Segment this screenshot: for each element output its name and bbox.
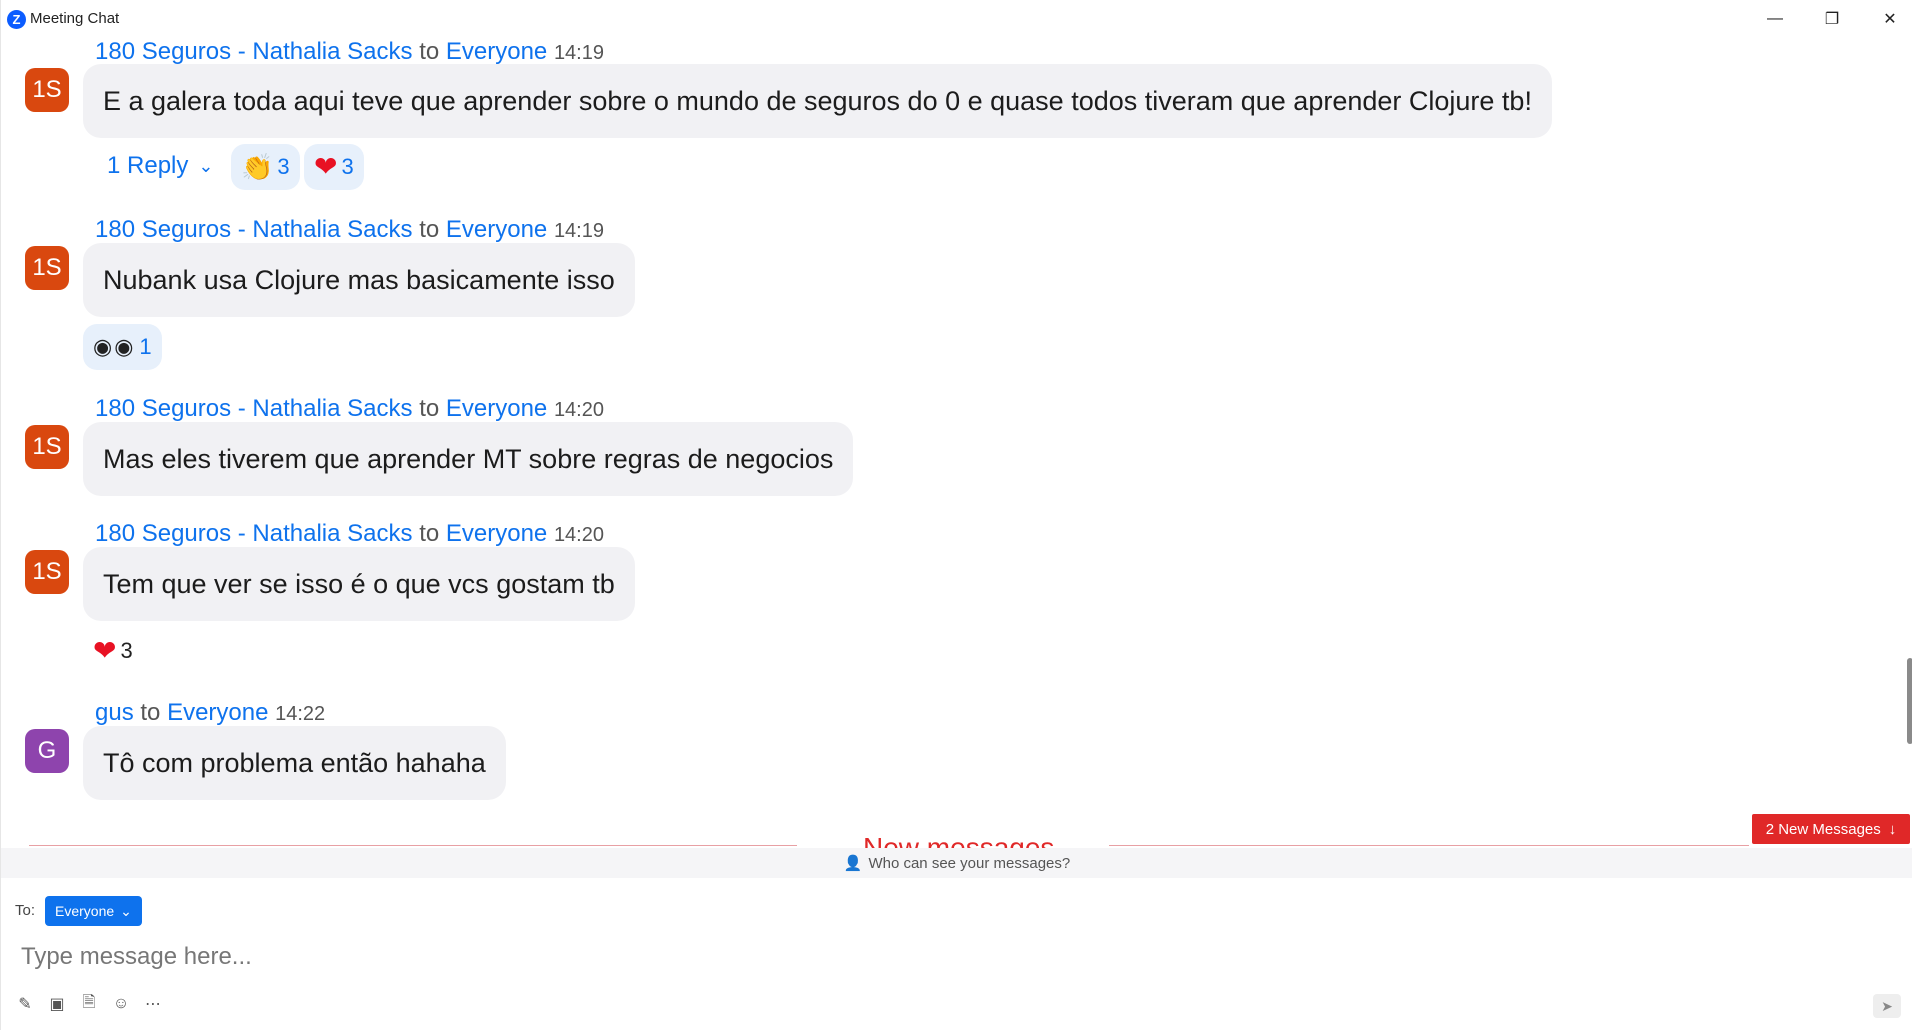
file-button[interactable]: 🗎: [79, 994, 99, 1014]
reaction-count: 3: [120, 638, 133, 663]
message-bubble[interactable]: Nubank usa Clojure mas basicamente isso: [83, 243, 635, 317]
new-messages-button[interactable]: 2 New Messages ↓: [1752, 814, 1910, 844]
message-time: 14:20: [553, 524, 604, 546]
sender-name[interactable]: 180 Seguros - Nathalia Sacks: [95, 38, 413, 65]
message-header: 180 Seguros - Nathalia Sacks to Everyone…: [95, 520, 604, 548]
recipient-name[interactable]: Everyone: [167, 699, 268, 726]
screenshot-button[interactable]: ▣: [47, 994, 67, 1014]
minimize-button[interactable]: —: [1746, 0, 1804, 38]
recipient-name[interactable]: Everyone: [446, 216, 547, 243]
recipient-selected: Everyone: [55, 903, 115, 919]
recipient-name[interactable]: Everyone: [446, 520, 547, 547]
message-bubble[interactable]: E a galera toda aqui teve que aprender s…: [83, 64, 1552, 138]
format-text-icon: ✎: [18, 996, 32, 1013]
eyes-icon: ◉◉: [93, 334, 136, 359]
recipient-name[interactable]: Everyone: [446, 38, 547, 65]
message-bubble[interactable]: Tem que ver se isso é o que vcs gostam t…: [83, 547, 635, 621]
sender-name[interactable]: 180 Seguros - Nathalia Sacks: [95, 395, 413, 422]
message-input[interactable]: [21, 934, 1881, 980]
avatar[interactable]: 1S: [25, 425, 69, 469]
message-bubble[interactable]: Tô com problema então hahaha: [83, 726, 506, 800]
visibility-text: Who can see your messages?: [868, 854, 1071, 872]
message-time: 14:22: [275, 703, 326, 725]
close-button[interactable]: ✕: [1861, 0, 1912, 38]
avatar[interactable]: G: [25, 729, 69, 773]
message-header: 180 Seguros - Nathalia Sacks to Everyone…: [95, 395, 604, 423]
reaction-count: 3: [277, 154, 290, 179]
restore-button[interactable]: ❐: [1803, 0, 1861, 38]
message-header: 180 Seguros - Nathalia Sacks to Everyone…: [95, 216, 604, 244]
close-icon: ✕: [1883, 11, 1897, 28]
sender-name[interactable]: 180 Seguros - Nathalia Sacks: [95, 520, 413, 547]
to-word: to: [140, 699, 161, 726]
chevron-down-icon: ⌄: [120, 902, 132, 919]
message-time: 14:20: [553, 399, 604, 421]
screenshot-icon: ▣: [49, 996, 65, 1013]
message-header: 180 Seguros - Nathalia Sacks to Everyone…: [95, 38, 604, 66]
minimize-icon: —: [1767, 10, 1783, 27]
arrow-down-icon: ↓: [1888, 820, 1897, 838]
chat-scrollbar[interactable]: [1907, 658, 1912, 744]
avatar[interactable]: 1S: [25, 550, 69, 594]
message-bubble[interactable]: Mas eles tiverem que aprender MT sobre r…: [83, 422, 854, 496]
meeting-chat-window: Z Meeting Chat — ❐ ✕ 180 Seguros - Natha…: [0, 0, 1912, 1030]
message-time: 14:19: [553, 42, 604, 64]
more-icon: ⋯: [145, 996, 161, 1013]
new-messages-divider-clip: New messages: [1, 820, 1912, 848]
emoji-button[interactable]: ☺: [111, 994, 131, 1014]
reaction-heart[interactable]: ❤ 3: [83, 628, 143, 674]
heart-icon: ❤: [93, 635, 117, 666]
reaction-count: 1: [139, 334, 152, 359]
to-word: to: [419, 395, 440, 422]
to-word: to: [419, 38, 440, 65]
reply-count: 1 Reply: [107, 152, 189, 179]
reaction-eyes[interactable]: ◉◉ 1: [83, 324, 162, 370]
reply-thread-link[interactable]: 1 Reply ⌄: [107, 152, 213, 180]
to-word: to: [419, 520, 440, 547]
chat-message-list[interactable]: 180 Seguros - Nathalia Sacks to Everyone…: [1, 38, 1912, 848]
sender-name[interactable]: gus: [95, 699, 134, 726]
send-button[interactable]: ➤: [1873, 994, 1901, 1018]
recipient-dropdown[interactable]: Everyone ⌄: [45, 896, 142, 926]
chevron-down-icon: ⌄: [198, 155, 214, 176]
clapping-hands-icon: 👏: [241, 152, 274, 182]
reaction-clapping-hands[interactable]: 👏 3: [231, 144, 300, 190]
send-icon: ➤: [1881, 997, 1893, 1014]
new-messages-button-label: 2 New Messages: [1765, 820, 1881, 838]
format-text-button[interactable]: ✎: [15, 994, 35, 1014]
message-composer: 👤 Who can see your messages? To: Everyon…: [1, 848, 1912, 1030]
person-icon: 👤: [843, 855, 863, 872]
reaction-heart[interactable]: ❤ 3: [304, 144, 364, 190]
visibility-info[interactable]: 👤 Who can see your messages?: [1, 848, 1912, 878]
restore-icon: ❐: [1824, 11, 1840, 28]
avatar[interactable]: 1S: [25, 68, 69, 112]
message-time: 14:19: [553, 220, 604, 242]
emoji-icon: ☺: [112, 995, 130, 1012]
sender-name[interactable]: 180 Seguros - Nathalia Sacks: [95, 216, 413, 243]
window-title: Meeting Chat: [30, 10, 120, 27]
recipient-name[interactable]: Everyone: [446, 395, 547, 422]
title-bar: Z Meeting Chat — ❐ ✕: [1, 0, 1912, 38]
to-word: to: [419, 216, 440, 243]
message-header: gus to Everyone 14:22: [95, 699, 325, 727]
new-messages-label: New messages: [863, 832, 1055, 848]
reaction-count: 3: [341, 154, 354, 179]
file-icon: 🗎: [82, 993, 96, 1011]
heart-icon: ❤: [314, 151, 338, 182]
to-label: To:: [15, 902, 36, 919]
more-button[interactable]: ⋯: [143, 994, 163, 1014]
zoom-app-icon: Z: [7, 10, 26, 29]
avatar[interactable]: 1S: [25, 246, 69, 290]
composer-toolbar: ✎ ▣ 🗎 ☺ ⋯: [15, 994, 163, 1014]
